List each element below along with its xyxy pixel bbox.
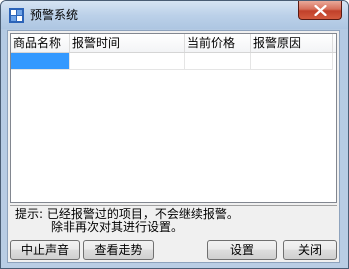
window-close-button[interactable] <box>298 1 342 20</box>
column-header-alert-reason[interactable]: 报警原因 <box>251 34 333 52</box>
column-header-alert-time[interactable]: 报警时间 <box>70 34 185 52</box>
list-cell-alert-time[interactable] <box>70 53 185 70</box>
list-cell-current-price[interactable] <box>185 53 251 70</box>
alert-list[interactable]: 商品名称 报警时间 当前价格 报警原因 <box>10 33 337 203</box>
view-trend-button[interactable]: 查看走势 <box>83 240 154 260</box>
list-header: 商品名称 报警时间 当前价格 报警原因 <box>11 34 336 53</box>
column-header-product[interactable]: 商品名称 <box>11 34 70 52</box>
window-title: 预警系统 <box>30 8 79 22</box>
hint-text-line2: 除非再次对其进行设置。 <box>51 220 184 234</box>
client-area: 商品名称 报警时间 当前价格 报警原因 提示: 已经报警过的项目，不会继续报警。… <box>7 30 340 263</box>
alert-window: 预警系统 商品名称 报警时间 当前价格 报警原因 提示: 已经报警过的项目，不会… <box>0 0 349 269</box>
stop-sound-button[interactable]: 中止声音 <box>10 240 80 260</box>
hint-panel: 提示: 已经报警过的项目，不会继续报警。 除非再次对其进行设置。 <box>10 205 337 234</box>
close-icon <box>314 5 327 16</box>
list-cell-product[interactable] <box>11 53 70 70</box>
title-bar[interactable]: 预警系统 <box>1 1 348 29</box>
column-header-current-price[interactable]: 当前价格 <box>185 34 251 52</box>
settings-button[interactable]: 设置 <box>207 240 277 260</box>
close-button[interactable]: 关闭 <box>283 240 337 260</box>
list-cell-alert-reason[interactable] <box>251 53 333 70</box>
list-row[interactable] <box>11 53 333 70</box>
app-icon <box>9 8 24 23</box>
